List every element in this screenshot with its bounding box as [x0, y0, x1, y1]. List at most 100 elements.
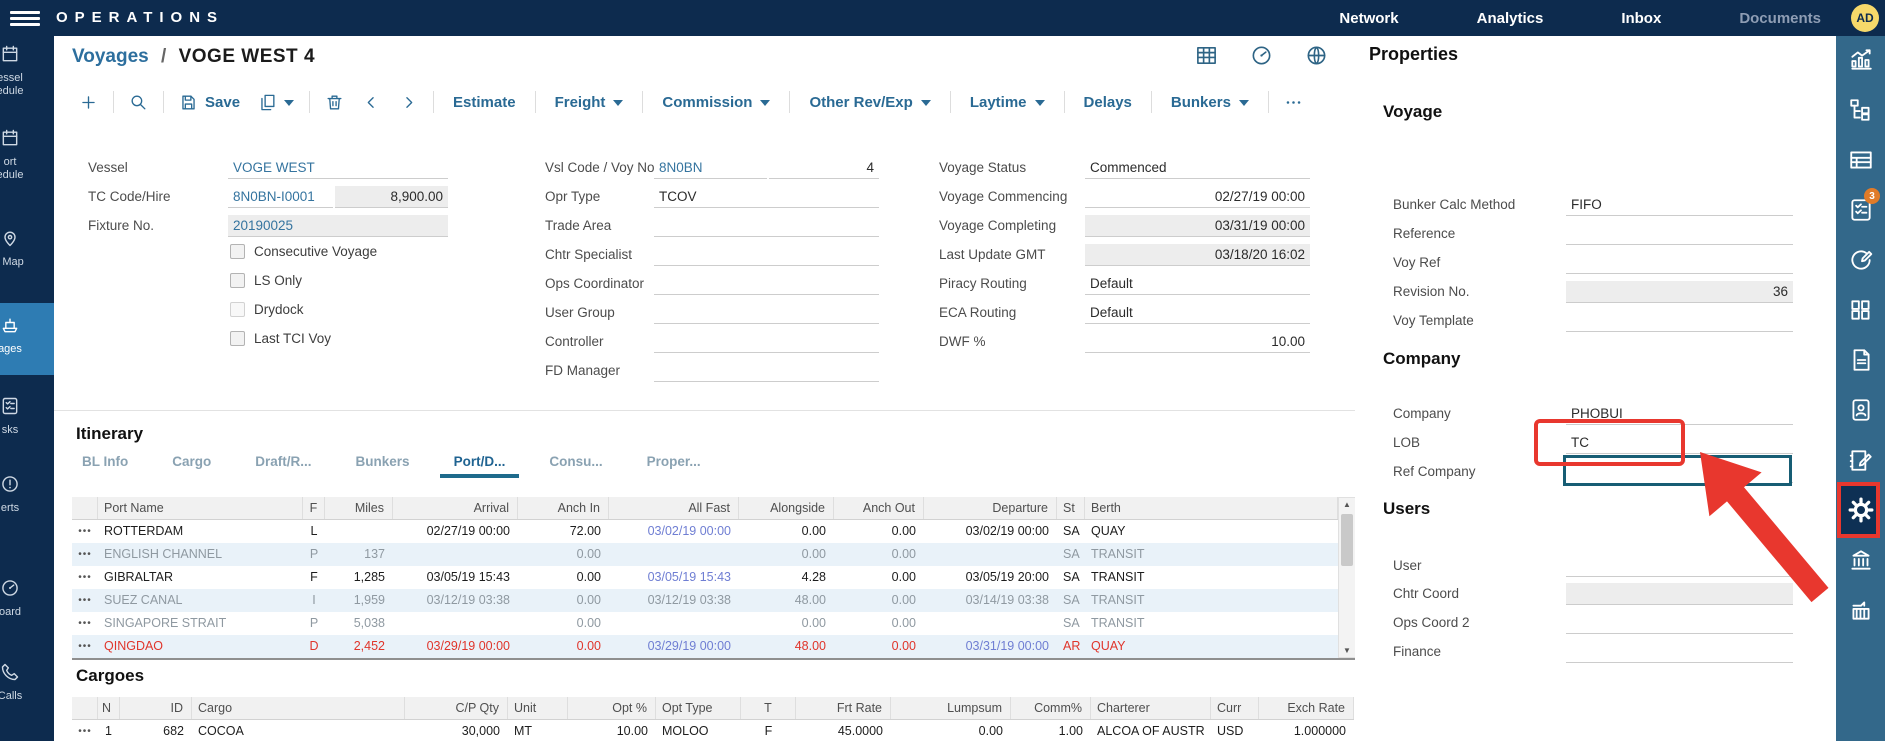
avatar[interactable]: AD — [1851, 4, 1879, 32]
column-header-opt-type[interactable]: Opt Type — [656, 697, 741, 719]
column-header-all-fast[interactable]: All Fast — [609, 497, 739, 519]
column-header-t[interactable]: T — [741, 697, 796, 719]
checkbox-icon[interactable] — [230, 244, 245, 259]
column-header-anch-out[interactable]: Anch Out — [834, 497, 924, 519]
copy-menu-button[interactable] — [249, 93, 303, 112]
finance-field[interactable] — [1566, 641, 1793, 663]
column-header-exch-rate[interactable]: Exch Rate — [1259, 697, 1354, 719]
column-header-arrival[interactable]: Arrival — [393, 497, 518, 519]
add-button[interactable] — [70, 93, 107, 112]
column-header-alongside[interactable]: Alongside — [739, 497, 834, 519]
ops-coord-2-field[interactable] — [1566, 612, 1793, 634]
vsl-code-voy-no-field[interactable]: 8N0BN — [654, 157, 767, 179]
column-header-n[interactable]: N — [98, 697, 120, 719]
column-header-departure[interactable]: Departure — [924, 497, 1057, 519]
rail-analytics-chart-button[interactable] — [1848, 47, 1874, 78]
row-menu-button[interactable]: ••• — [72, 520, 98, 543]
checkbox-icon[interactable] — [230, 331, 245, 346]
tc-code-hire-field-2[interactable]: 8,900.00 — [335, 186, 448, 208]
user-group-field[interactable] — [654, 302, 879, 324]
rail-settings-gear-button[interactable] — [1848, 497, 1874, 528]
checkbox-icon[interactable] — [230, 302, 245, 317]
map-globe-button[interactable] — [1305, 44, 1328, 72]
voyage-completing-field[interactable]: 03/31/19 00:00 — [1085, 215, 1310, 237]
column-header-miles[interactable]: Miles — [325, 497, 393, 519]
column-header-f[interactable]: F — [303, 497, 325, 519]
column-header-port-name[interactable]: Port Name — [98, 497, 303, 519]
opr-type-field[interactable]: TCOV — [654, 186, 879, 208]
bunkers-menu[interactable]: Bunkers — [1158, 94, 1262, 111]
eca-routing-field[interactable]: Default — [1085, 302, 1310, 324]
voy-template-field[interactable] — [1566, 310, 1793, 332]
nav-analytics[interactable]: Analytics — [1477, 10, 1544, 27]
voyage-status-field[interactable]: Commenced — [1085, 157, 1310, 179]
search-button[interactable] — [120, 93, 157, 112]
save-button[interactable]: Save — [170, 93, 249, 112]
column-header-st[interactable]: St — [1057, 497, 1085, 519]
estimate-button[interactable]: Estimate — [440, 94, 529, 111]
tab-proper[interactable]: Proper... — [647, 454, 701, 469]
column-header-anch-in[interactable]: Anch In — [518, 497, 609, 519]
cargo-row[interactable]: •••1682COCOA30,000MT10.00MOLOOF45.00000.… — [72, 720, 1354, 741]
column-header-comm[interactable]: Comm% — [1011, 697, 1091, 719]
scroll-down-icon[interactable]: ▼ — [1339, 646, 1355, 655]
itinerary-scrollbar[interactable]: ▲ ▼ — [1338, 497, 1356, 658]
other-revexp-menu[interactable]: Other Rev/Exp — [796, 94, 943, 111]
table-grid-button[interactable] — [1195, 44, 1218, 72]
chtr-specialist-field[interactable] — [654, 244, 879, 266]
row-menu-button[interactable]: ••• — [72, 589, 98, 612]
ops-coordinator-field[interactable] — [654, 273, 879, 295]
itinerary-row[interactable]: •••QINGDAOD2,45203/29/19 00:000.0003/29/… — [72, 635, 1338, 658]
rail-org-hierarchy-button[interactable] — [1848, 97, 1874, 128]
tab-draft-r[interactable]: Draft/R... — [255, 454, 311, 469]
fd-manager-field[interactable] — [654, 360, 879, 382]
itinerary-row[interactable]: •••SINGAPORE STRAITP5,0380.000.000.00SAT… — [72, 612, 1338, 635]
tc-code-hire-field[interactable]: 8N0BN-I0001 — [228, 186, 333, 208]
row-menu-button[interactable]: ••• — [72, 635, 98, 658]
commission-menu[interactable]: Commission — [649, 94, 783, 111]
rail-copy-documents-button[interactable] — [1848, 297, 1874, 328]
rail-document-button[interactable] — [1848, 347, 1874, 378]
column-header-frt-rate[interactable]: Frt Rate — [796, 697, 891, 719]
reference-field[interactable] — [1566, 223, 1793, 245]
itinerary-row[interactable]: •••ROTTERDAML02/27/19 00:0072.0003/02/19… — [72, 520, 1338, 543]
rail-bank-building-button[interactable] — [1848, 547, 1874, 578]
last-update-gmt-field[interactable]: 03/18/20 16:02 — [1085, 244, 1310, 266]
rail-form-grid-button[interactable] — [1848, 147, 1874, 178]
sidebar-item-vessel-schedule[interactable]: esseledule — [0, 44, 54, 98]
row-menu-button[interactable]: ••• — [72, 612, 98, 635]
scroll-up-icon[interactable]: ▲ — [1339, 500, 1355, 509]
tab-consu[interactable]: Consu... — [549, 454, 602, 469]
checkbox-ls-only[interactable]: LS Only — [230, 273, 302, 288]
checkbox-icon[interactable] — [230, 273, 245, 288]
voyage-commencing-field[interactable]: 02/27/19 00:00 — [1085, 186, 1310, 208]
hamburger-menu-icon[interactable] — [10, 8, 40, 28]
nav-documents[interactable]: Documents — [1739, 10, 1821, 27]
vessel-field[interactable]: VOGE WEST — [228, 157, 448, 179]
column-header-cargo[interactable]: Cargo — [192, 697, 405, 719]
sidebar-item-voyages[interactable]: ages — [0, 315, 54, 356]
controller-field[interactable] — [654, 331, 879, 353]
vsl-code-voy-no-field-2[interactable]: 4 — [769, 157, 879, 179]
rail-compass-edit-button[interactable] — [1848, 247, 1874, 278]
tab-bunkers[interactable]: Bunkers — [356, 454, 410, 469]
user-field[interactable] — [1566, 555, 1793, 577]
row-menu-button[interactable]: ••• — [72, 543, 98, 566]
rail-notebook-edit-button[interactable] — [1848, 447, 1874, 478]
tab-bl-info[interactable]: BL Info — [82, 454, 128, 469]
bunker-calc-method-field[interactable]: FIFO — [1566, 194, 1793, 216]
sidebar-item-port-map[interactable]: t Map — [0, 228, 54, 269]
trade-area-field[interactable] — [654, 215, 879, 237]
chtr-coord-field[interactable] — [1566, 583, 1793, 605]
checkbox-consecutive-voyage[interactable]: Consecutive Voyage — [230, 244, 377, 259]
row-menu-button[interactable]: ••• — [72, 720, 98, 741]
column-header-lumpsum[interactable]: Lumpsum — [891, 697, 1011, 719]
fixture-no-field[interactable]: 20190025 — [228, 215, 448, 237]
breadcrumb-voyages-link[interactable]: Voyages — [72, 46, 149, 67]
delays-button[interactable]: Delays — [1071, 94, 1145, 111]
freight-menu[interactable]: Freight — [542, 94, 637, 111]
prev-voyage-button[interactable] — [353, 93, 390, 112]
tab-port-d[interactable]: Port/D... — [454, 454, 506, 469]
laytime-menu[interactable]: Laytime — [957, 94, 1058, 111]
dwf-field[interactable]: 10.00 — [1085, 331, 1310, 353]
